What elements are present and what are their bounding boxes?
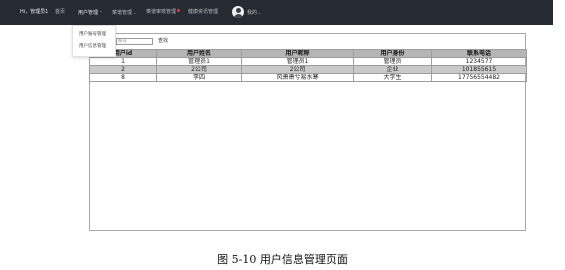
nav-recipe-management-label: 菜谱管理: [112, 10, 133, 16]
cell-nickname: 2公司: [241, 65, 354, 74]
greeting-text: Hi，管理员1: [20, 9, 49, 15]
cell-phone: 17756554482: [431, 73, 527, 82]
nav-home-link[interactable]: 首页: [55, 9, 65, 16]
cell-user-id: 1: [89, 57, 157, 66]
cell-user-id: 8: [89, 73, 157, 82]
nav-recipe-review[interactable]: 菜谱审核管理: [146, 9, 181, 16]
nav-user-management-label: 用户管理: [78, 10, 99, 16]
cell-phone: 1234577: [431, 57, 527, 66]
column-header-nickname: 用户昵称: [241, 49, 354, 58]
user-info-table: 用户id 用户姓名 用户昵称 用户身份 联系电话 1 管理员1 管理员1 管理员…: [89, 49, 527, 82]
nav-recipe-management[interactable]: 菜谱管理⌄: [112, 9, 136, 17]
chevron-down-icon: ⌄: [133, 10, 137, 15]
cell-nickname: 风萧萧兮易水寒: [241, 73, 354, 82]
cell-identity: 大学生: [353, 73, 432, 82]
avatar-head-icon: [235, 8, 241, 13]
table-row[interactable]: 1 管理员1 管理员1 管理员 1234577: [89, 57, 527, 66]
notification-dot-icon: [177, 9, 181, 12]
chevron-up-icon: ⌃: [99, 10, 103, 15]
table-row[interactable]: 8 李四 风萧萧兮易水寒 大学生 17756554482: [89, 73, 527, 82]
avatar-body-icon: [233, 13, 243, 18]
figure-caption: 图 5-10 用户信息管理页面: [217, 253, 348, 266]
nav-mine-label: 我的: [247, 10, 258, 16]
top-navigation-bar: Hi，管理员1 首页 用户管理⌃ 菜谱管理⌄ 菜谱审核管理 健康资讯管理 我的⌄: [0, 0, 553, 25]
nav-recipe-review-label: 菜谱审核管理: [146, 9, 177, 15]
nav-health-info[interactable]: 健康资讯管理: [188, 9, 218, 16]
column-header-identity: 用户身份: [353, 49, 432, 58]
cell-identity: 管理员: [353, 57, 432, 66]
user-management-dropdown: 用户账号管理 用户信息管理: [72, 25, 116, 57]
nav-user-management[interactable]: 用户管理⌃: [78, 9, 102, 17]
cell-user-name: 管理员1: [156, 57, 242, 66]
table-header-row: 用户id 用户姓名 用户昵称 用户身份 联系电话: [89, 49, 527, 58]
dropdown-item-account-management[interactable]: 用户账号管理: [79, 32, 106, 38]
dropdown-item-info-management[interactable]: 用户信息管理: [79, 44, 106, 50]
search-input[interactable]: 账号: [116, 38, 153, 45]
cell-user-id: 2: [89, 65, 157, 74]
column-header-phone: 联系电话: [431, 49, 527, 58]
cell-phone: 101855615: [431, 65, 527, 74]
cell-user-name: 李四: [156, 73, 242, 82]
avatar[interactable]: [232, 6, 244, 18]
column-header-user-name: 用户姓名: [156, 49, 242, 58]
chevron-down-icon: ⌄: [258, 10, 262, 15]
cell-user-name: 2公司: [156, 65, 242, 74]
search-button[interactable]: 查找: [158, 38, 168, 45]
nav-mine[interactable]: 我的⌄: [247, 9, 261, 17]
cell-nickname: 管理员1: [241, 57, 354, 66]
cell-identity: 企业: [353, 65, 432, 74]
table-row[interactable]: 2 2公司 2公司 企业 101855615: [89, 65, 527, 74]
